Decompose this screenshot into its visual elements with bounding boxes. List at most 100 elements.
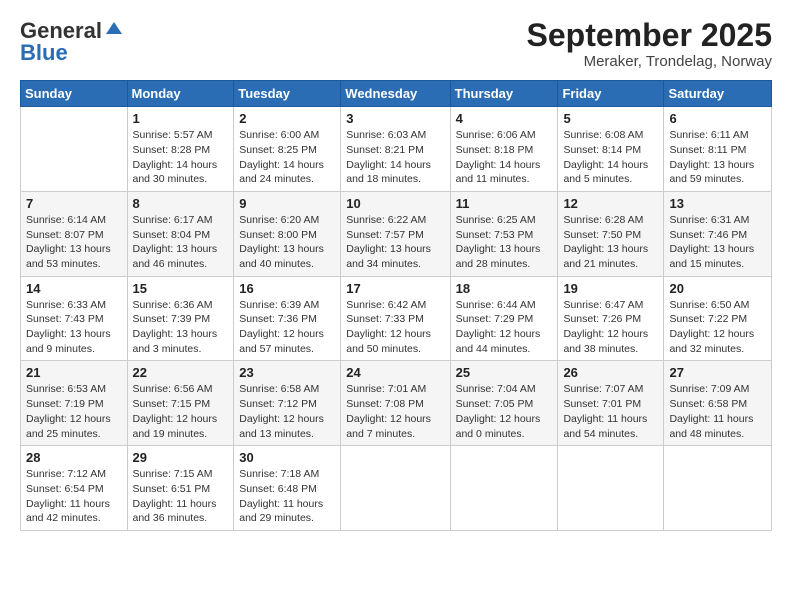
calendar-cell: 8 Sunrise: 6:17 AMSunset: 8:04 PMDaylight… bbox=[127, 191, 234, 276]
day-number: 29 bbox=[133, 450, 229, 465]
calendar-cell: 4 Sunrise: 6:06 AMSunset: 8:18 PMDaylight… bbox=[450, 107, 558, 192]
day-info: Sunrise: 6:47 AMSunset: 7:26 PMDaylight:… bbox=[563, 298, 658, 357]
day-info: Sunrise: 6:17 AMSunset: 8:04 PMDaylight:… bbox=[133, 213, 229, 272]
calendar-cell: 2Sunrise: 6:00 AMSunset: 8:25 PMDaylight… bbox=[234, 107, 341, 192]
day-info: Sunrise: 7:04 AMSunset: 7:05 PMDaylight:… bbox=[456, 382, 553, 441]
day-number: 2 bbox=[239, 111, 335, 126]
calendar-cell bbox=[558, 446, 664, 531]
week-row-3: 14 Sunrise: 6:33 AMSunset: 7:43 PMDayligh… bbox=[21, 276, 772, 361]
calendar-cell: 13 Sunrise: 6:31 AMSunset: 7:46 PMDayligh… bbox=[664, 191, 772, 276]
day-number: 15 bbox=[133, 281, 229, 296]
calendar-cell: 10Sunrise: 6:22 AMSunset: 7:57 PMDayligh… bbox=[341, 191, 450, 276]
day-number: 4 bbox=[456, 111, 553, 126]
day-number: 19 bbox=[563, 281, 658, 296]
day-info: Sunrise: 6:36 AMSunset: 7:39 PMDaylight:… bbox=[133, 298, 229, 357]
logo-blue: Blue bbox=[20, 40, 68, 66]
day-info: Sunrise: 7:15 AMSunset: 6:51 PMDaylight:… bbox=[133, 467, 229, 526]
calendar-cell: 1 Sunrise: 5:57 AMSunset: 8:28 PMDaylight… bbox=[127, 107, 234, 192]
day-number: 24 bbox=[346, 365, 444, 380]
col-header-thursday: Thursday bbox=[450, 81, 558, 107]
calendar-cell: 29 Sunrise: 7:15 AMSunset: 6:51 PMDayligh… bbox=[127, 446, 234, 531]
calendar-cell: 22 Sunrise: 6:56 AMSunset: 7:15 PMDayligh… bbox=[127, 361, 234, 446]
day-number: 1 bbox=[133, 111, 229, 126]
day-info: Sunrise: 6:42 AMSunset: 7:33 PMDaylight:… bbox=[346, 298, 444, 357]
calendar-cell: 16 Sunrise: 6:39 AMSunset: 7:36 PMDayligh… bbox=[234, 276, 341, 361]
day-info: Sunrise: 6:53 AMSunset: 7:19 PMDaylight:… bbox=[26, 382, 122, 441]
day-number: 18 bbox=[456, 281, 553, 296]
day-info: Sunrise: 6:28 AMSunset: 7:50 PMDaylight:… bbox=[563, 213, 658, 272]
day-info: Sunrise: 6:56 AMSunset: 7:15 PMDaylight:… bbox=[133, 382, 229, 441]
calendar-cell: 12 Sunrise: 6:28 AMSunset: 7:50 PMDayligh… bbox=[558, 191, 664, 276]
day-info: Sunrise: 6:33 AMSunset: 7:43 PMDaylight:… bbox=[26, 298, 122, 357]
day-info: Sunrise: 6:31 AMSunset: 7:46 PMDaylight:… bbox=[669, 213, 766, 272]
calendar-cell: 25 Sunrise: 7:04 AMSunset: 7:05 PMDayligh… bbox=[450, 361, 558, 446]
day-number: 6 bbox=[669, 111, 766, 126]
calendar-cell: 21 Sunrise: 6:53 AMSunset: 7:19 PMDayligh… bbox=[21, 361, 128, 446]
day-number: 27 bbox=[669, 365, 766, 380]
calendar-cell: 3 Sunrise: 6:03 AMSunset: 8:21 PMDaylight… bbox=[341, 107, 450, 192]
week-row-2: 7Sunrise: 6:14 AMSunset: 8:07 PMDaylight… bbox=[21, 191, 772, 276]
col-header-wednesday: Wednesday bbox=[341, 81, 450, 107]
day-info: Sunrise: 6:39 AMSunset: 7:36 PMDaylight:… bbox=[239, 298, 335, 357]
week-row-5: 28 Sunrise: 7:12 AMSunset: 6:54 PMDayligh… bbox=[21, 446, 772, 531]
calendar-cell: 5Sunrise: 6:08 AMSunset: 8:14 PMDaylight… bbox=[558, 107, 664, 192]
week-row-1: 1 Sunrise: 5:57 AMSunset: 8:28 PMDaylight… bbox=[21, 107, 772, 192]
day-number: 17 bbox=[346, 281, 444, 296]
day-info: Sunrise: 6:06 AMSunset: 8:18 PMDaylight:… bbox=[456, 128, 553, 187]
day-info: Sunrise: 7:07 AMSunset: 7:01 PMDaylight:… bbox=[563, 382, 658, 441]
day-number: 14 bbox=[26, 281, 122, 296]
page: General Blue September 2025 Meraker, Tro… bbox=[0, 0, 792, 612]
day-number: 12 bbox=[563, 196, 658, 211]
day-info: Sunrise: 5:57 AMSunset: 8:28 PMDaylight:… bbox=[133, 128, 229, 187]
day-info: Sunrise: 6:50 AMSunset: 7:22 PMDaylight:… bbox=[669, 298, 766, 357]
day-number: 13 bbox=[669, 196, 766, 211]
day-info: Sunrise: 7:09 AMSunset: 6:58 PMDaylight:… bbox=[669, 382, 766, 441]
day-number: 21 bbox=[26, 365, 122, 380]
calendar-cell: 19 Sunrise: 6:47 AMSunset: 7:26 PMDayligh… bbox=[558, 276, 664, 361]
day-info: Sunrise: 6:58 AMSunset: 7:12 PMDaylight:… bbox=[239, 382, 335, 441]
day-info: Sunrise: 6:20 AMSunset: 8:00 PMDaylight:… bbox=[239, 213, 335, 272]
day-number: 16 bbox=[239, 281, 335, 296]
col-header-monday: Monday bbox=[127, 81, 234, 107]
col-header-tuesday: Tuesday bbox=[234, 81, 341, 107]
day-info: Sunrise: 6:22 AMSunset: 7:57 PMDaylight:… bbox=[346, 213, 444, 272]
calendar-cell: 15 Sunrise: 6:36 AMSunset: 7:39 PMDayligh… bbox=[127, 276, 234, 361]
title-block: September 2025 Meraker, Trondelag, Norwa… bbox=[527, 18, 772, 70]
col-header-friday: Friday bbox=[558, 81, 664, 107]
day-number: 25 bbox=[456, 365, 553, 380]
day-info: Sunrise: 7:12 AMSunset: 6:54 PMDaylight:… bbox=[26, 467, 122, 526]
week-row-4: 21 Sunrise: 6:53 AMSunset: 7:19 PMDayligh… bbox=[21, 361, 772, 446]
calendar-cell bbox=[450, 446, 558, 531]
day-number: 23 bbox=[239, 365, 335, 380]
day-number: 8 bbox=[133, 196, 229, 211]
calendar-cell: 26 Sunrise: 7:07 AMSunset: 7:01 PMDayligh… bbox=[558, 361, 664, 446]
calendar-cell: 23 Sunrise: 6:58 AMSunset: 7:12 PMDayligh… bbox=[234, 361, 341, 446]
day-number: 30 bbox=[239, 450, 335, 465]
calendar-cell: 6Sunrise: 6:11 AMSunset: 8:11 PMDaylight… bbox=[664, 107, 772, 192]
calendar: SundayMondayTuesdayWednesdayThursdayFrid… bbox=[20, 80, 772, 531]
day-number: 3 bbox=[346, 111, 444, 126]
calendar-cell bbox=[21, 107, 128, 192]
day-info: Sunrise: 6:03 AMSunset: 8:21 PMDaylight:… bbox=[346, 128, 444, 187]
day-number: 5 bbox=[563, 111, 658, 126]
calendar-cell: 24 Sunrise: 7:01 AMSunset: 7:08 PMDayligh… bbox=[341, 361, 450, 446]
calendar-cell: 18Sunrise: 6:44 AMSunset: 7:29 PMDayligh… bbox=[450, 276, 558, 361]
day-number: 11 bbox=[456, 196, 553, 211]
calendar-cell bbox=[664, 446, 772, 531]
calendar-cell: 30 Sunrise: 7:18 AMSunset: 6:48 PMDayligh… bbox=[234, 446, 341, 531]
day-info: Sunrise: 7:18 AMSunset: 6:48 PMDaylight:… bbox=[239, 467, 335, 526]
day-number: 20 bbox=[669, 281, 766, 296]
day-info: Sunrise: 6:14 AMSunset: 8:07 PMDaylight:… bbox=[26, 213, 122, 272]
day-info: Sunrise: 7:01 AMSunset: 7:08 PMDaylight:… bbox=[346, 382, 444, 441]
day-info: Sunrise: 6:25 AMSunset: 7:53 PMDaylight:… bbox=[456, 213, 553, 272]
col-header-saturday: Saturday bbox=[664, 81, 772, 107]
header: General Blue September 2025 Meraker, Tro… bbox=[20, 18, 772, 70]
day-number: 26 bbox=[563, 365, 658, 380]
day-number: 22 bbox=[133, 365, 229, 380]
calendar-cell: 9Sunrise: 6:20 AMSunset: 8:00 PMDaylight… bbox=[234, 191, 341, 276]
month-title: September 2025 bbox=[527, 18, 772, 53]
logo: General Blue bbox=[20, 18, 124, 66]
day-number: 28 bbox=[26, 450, 122, 465]
col-header-sunday: Sunday bbox=[21, 81, 128, 107]
calendar-cell: 27 Sunrise: 7:09 AMSunset: 6:58 PMDayligh… bbox=[664, 361, 772, 446]
